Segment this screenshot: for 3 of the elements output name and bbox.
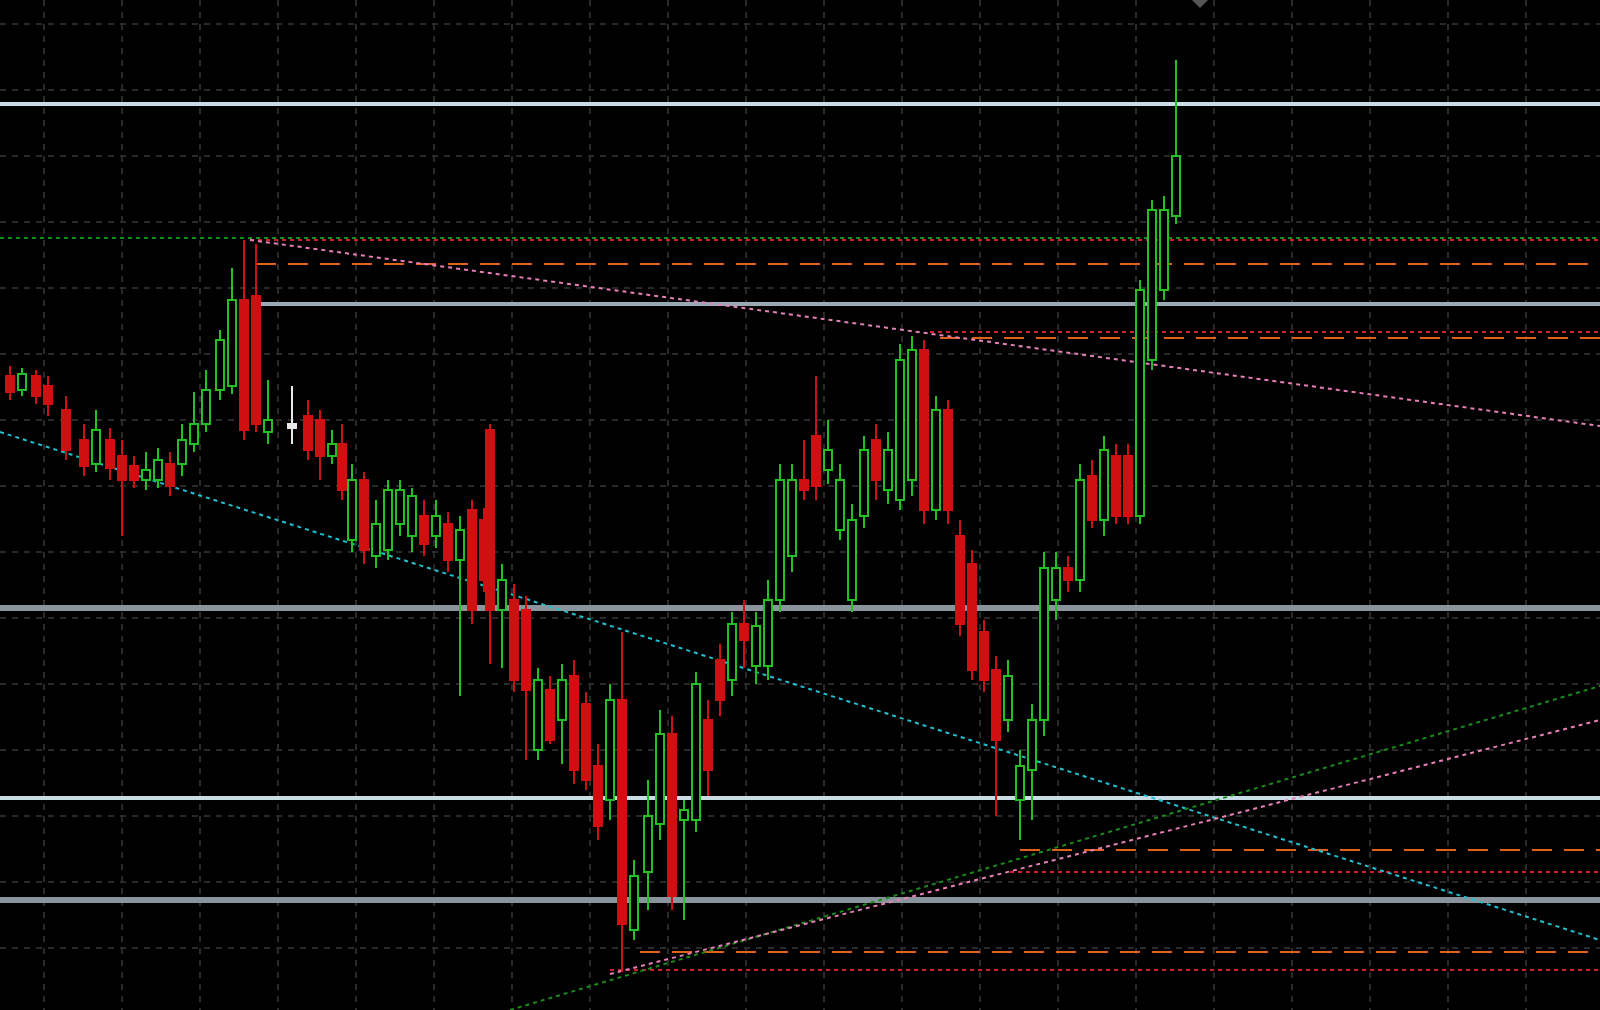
marker-icon [1192,0,1208,8]
candlestick [61,395,71,461]
candlestick [287,385,297,445]
